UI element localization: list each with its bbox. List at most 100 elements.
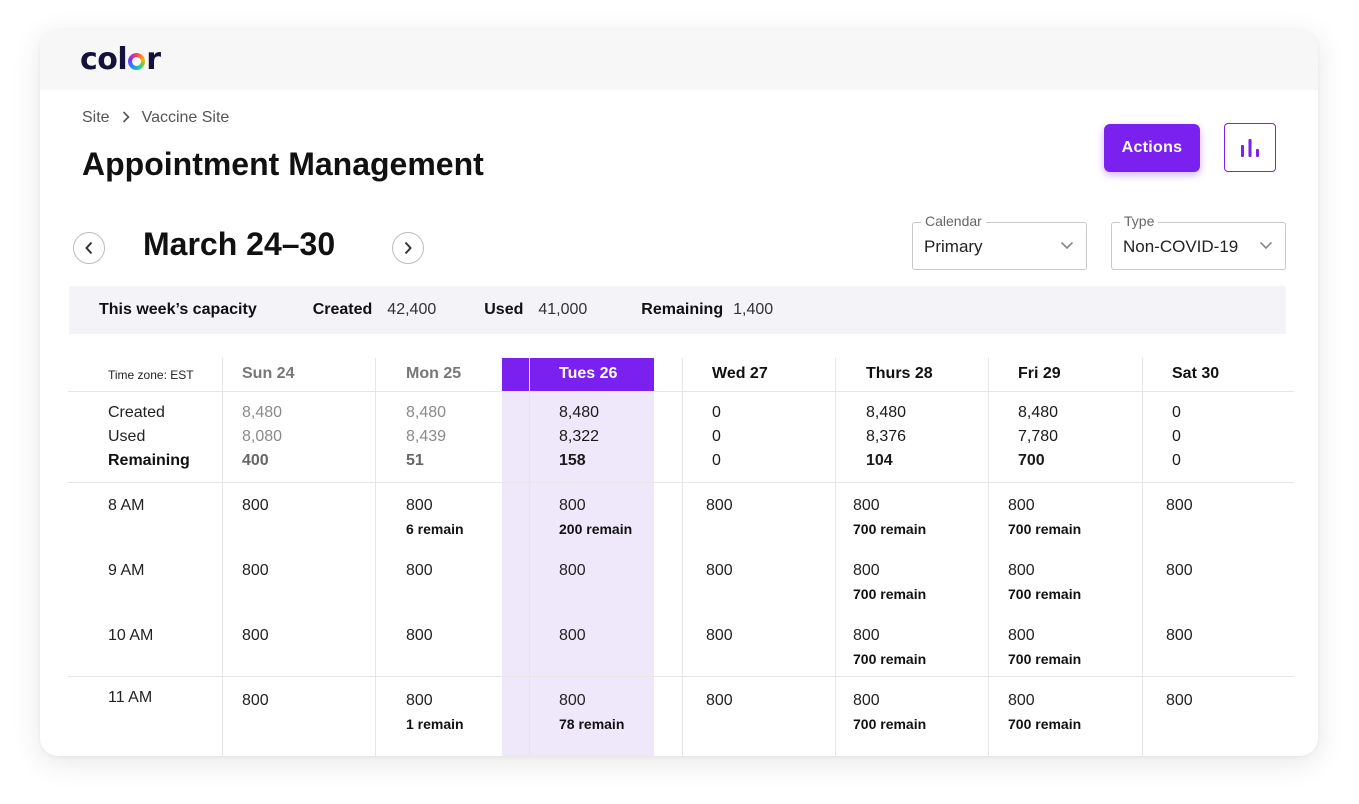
app-card: col r Site Vaccine Site Appointment Manag… — [40, 30, 1318, 756]
slot-capacity-value[interactable]: 800 — [706, 559, 733, 583]
slot-capacity-value[interactable]: 800 — [1008, 559, 1035, 583]
summary-remaining-value: 400 — [242, 452, 269, 469]
day-header[interactable]: Sun 24 — [242, 362, 294, 386]
chevron-right-icon — [404, 241, 412, 255]
slot-capacity-value[interactable]: 800 — [242, 624, 269, 648]
slot-remaining-value: 6 remain — [406, 521, 464, 537]
week-title: March 24–30 — [143, 226, 336, 262]
time-slot-label: 9 AM — [108, 562, 145, 579]
summary-used-value: 7,780 — [1018, 428, 1059, 445]
chevron-left-icon — [85, 241, 93, 255]
day-header[interactable]: Mon 25 — [406, 362, 461, 386]
slot-capacity-value[interactable]: 800 — [1166, 494, 1193, 518]
summary-used-value: 8,080 — [242, 428, 283, 445]
page-title: Appointment Management — [82, 146, 484, 182]
slot-capacity-value[interactable]: 800 — [559, 624, 586, 648]
calendar-select[interactable]: Calendar Primary — [912, 213, 1087, 270]
slot-capacity-value[interactable]: 800 — [706, 689, 733, 713]
summary-created-value: 8,480 — [559, 404, 600, 421]
summary-remaining-value: 51 — [406, 452, 424, 469]
slot-capacity-value[interactable]: 800 — [1166, 624, 1193, 648]
slot-capacity-value[interactable]: 800 — [242, 559, 269, 583]
summary-created-value: 8,480 — [866, 404, 907, 421]
summary-label: Used — [108, 428, 146, 445]
column-divider — [375, 358, 376, 756]
slot-remaining-value: 78 remain — [559, 716, 625, 732]
slot-capacity-value[interactable]: 800 — [1166, 689, 1193, 713]
day-header[interactable]: Thurs 28 — [866, 362, 933, 386]
slot-capacity-value[interactable]: 800 — [706, 624, 733, 648]
slot-remaining-value: 700 remain — [1008, 586, 1082, 602]
summary-created-value: 8,480 — [406, 404, 447, 421]
summary-used-value: 0 — [712, 428, 721, 445]
column-divider — [682, 358, 683, 756]
capacity-remaining-value: 1,400 — [733, 301, 774, 318]
summary-used-value: 8,376 — [866, 428, 907, 445]
capacity-created-label: Created — [312, 301, 373, 318]
day-header[interactable]: Fri 29 — [1018, 362, 1061, 386]
top-bar: col r — [40, 30, 1318, 90]
actions-button[interactable]: Actions — [1104, 124, 1200, 172]
summary-created-value: 8,480 — [1018, 404, 1059, 421]
breadcrumb: Site Vaccine Site — [82, 109, 229, 127]
column-divider — [988, 358, 989, 756]
day-header[interactable]: Tues 26 — [559, 362, 617, 386]
slot-capacity-value[interactable]: 800 — [559, 494, 586, 518]
chart-button[interactable] — [1224, 123, 1276, 172]
next-week-button[interactable] — [392, 232, 424, 264]
color-logo[interactable]: col r — [80, 41, 161, 79]
slot-remaining-value: 200 remain — [559, 521, 633, 537]
time-slot-label: 8 AM — [108, 497, 145, 514]
summary-created-value: 0 — [712, 404, 721, 421]
type-select-label: Type — [1120, 213, 1159, 229]
slot-remaining-value: 700 remain — [1008, 521, 1082, 537]
summary-used-value: 0 — [1172, 428, 1181, 445]
summary-created-value: 0 — [1172, 404, 1181, 421]
weekly-capacity-summary: This week’s capacity Created 42,400 Used… — [69, 286, 1286, 334]
slot-capacity-value[interactable]: 800 — [1008, 494, 1035, 518]
slot-capacity-value[interactable]: 800 — [1008, 624, 1035, 648]
slot-capacity-value[interactable]: 800 — [406, 624, 433, 648]
slot-capacity-value[interactable]: 800 — [559, 559, 586, 583]
slot-capacity-value[interactable]: 800 — [406, 494, 433, 518]
slot-capacity-value[interactable]: 800 — [706, 494, 733, 518]
slot-capacity-value[interactable]: 800 — [853, 624, 880, 648]
row-divider — [68, 676, 1294, 677]
capacity-used-value: 41,000 — [538, 301, 588, 318]
slot-capacity-value[interactable]: 800 — [1166, 559, 1193, 583]
slot-capacity-value[interactable]: 800 — [853, 559, 880, 583]
calendar-select-value: Primary — [924, 237, 983, 256]
type-select[interactable]: Type Non-COVID-19 — [1111, 213, 1286, 270]
breadcrumb-vaccine-site[interactable]: Vaccine Site — [142, 109, 230, 127]
summary-remaining-value: 0 — [1172, 452, 1181, 469]
slot-capacity-value[interactable]: 800 — [242, 689, 269, 713]
slot-remaining-value: 700 remain — [1008, 716, 1082, 732]
chevron-down-icon — [1259, 241, 1273, 250]
chevron-down-icon — [1060, 241, 1074, 250]
breadcrumb-site[interactable]: Site — [82, 109, 110, 127]
slot-capacity-value[interactable]: 800 — [406, 689, 433, 713]
slot-capacity-value[interactable]: 800 — [853, 689, 880, 713]
slot-capacity-value[interactable]: 800 — [559, 689, 586, 713]
summary-label: Created — [108, 404, 165, 421]
breadcrumb-separator-icon — [122, 110, 130, 126]
summary-remaining-value: 158 — [559, 452, 586, 469]
column-divider — [222, 358, 223, 756]
row-divider — [68, 391, 1294, 392]
summary-label: Remaining — [108, 452, 190, 469]
calendar-select-label: Calendar — [921, 213, 986, 229]
slot-capacity-value[interactable]: 800 — [853, 494, 880, 518]
slot-capacity-value[interactable]: 800 — [1008, 689, 1035, 713]
summary-used-value: 8,439 — [406, 428, 447, 445]
summary-remaining-value: 0 — [712, 452, 721, 469]
bar-chart-icon — [1241, 138, 1259, 157]
slot-capacity-value[interactable]: 800 — [406, 559, 433, 583]
day-header[interactable]: Sat 30 — [1172, 362, 1219, 386]
previous-week-button[interactable] — [73, 232, 105, 264]
summary-remaining-value: 104 — [866, 452, 893, 469]
time-slot-label: 10 AM — [108, 627, 154, 644]
capacity-remaining-label: Remaining — [641, 301, 724, 318]
slot-capacity-value[interactable]: 800 — [242, 494, 269, 518]
slot-remaining-value: 700 remain — [853, 651, 927, 667]
day-header[interactable]: Wed 27 — [712, 362, 768, 386]
